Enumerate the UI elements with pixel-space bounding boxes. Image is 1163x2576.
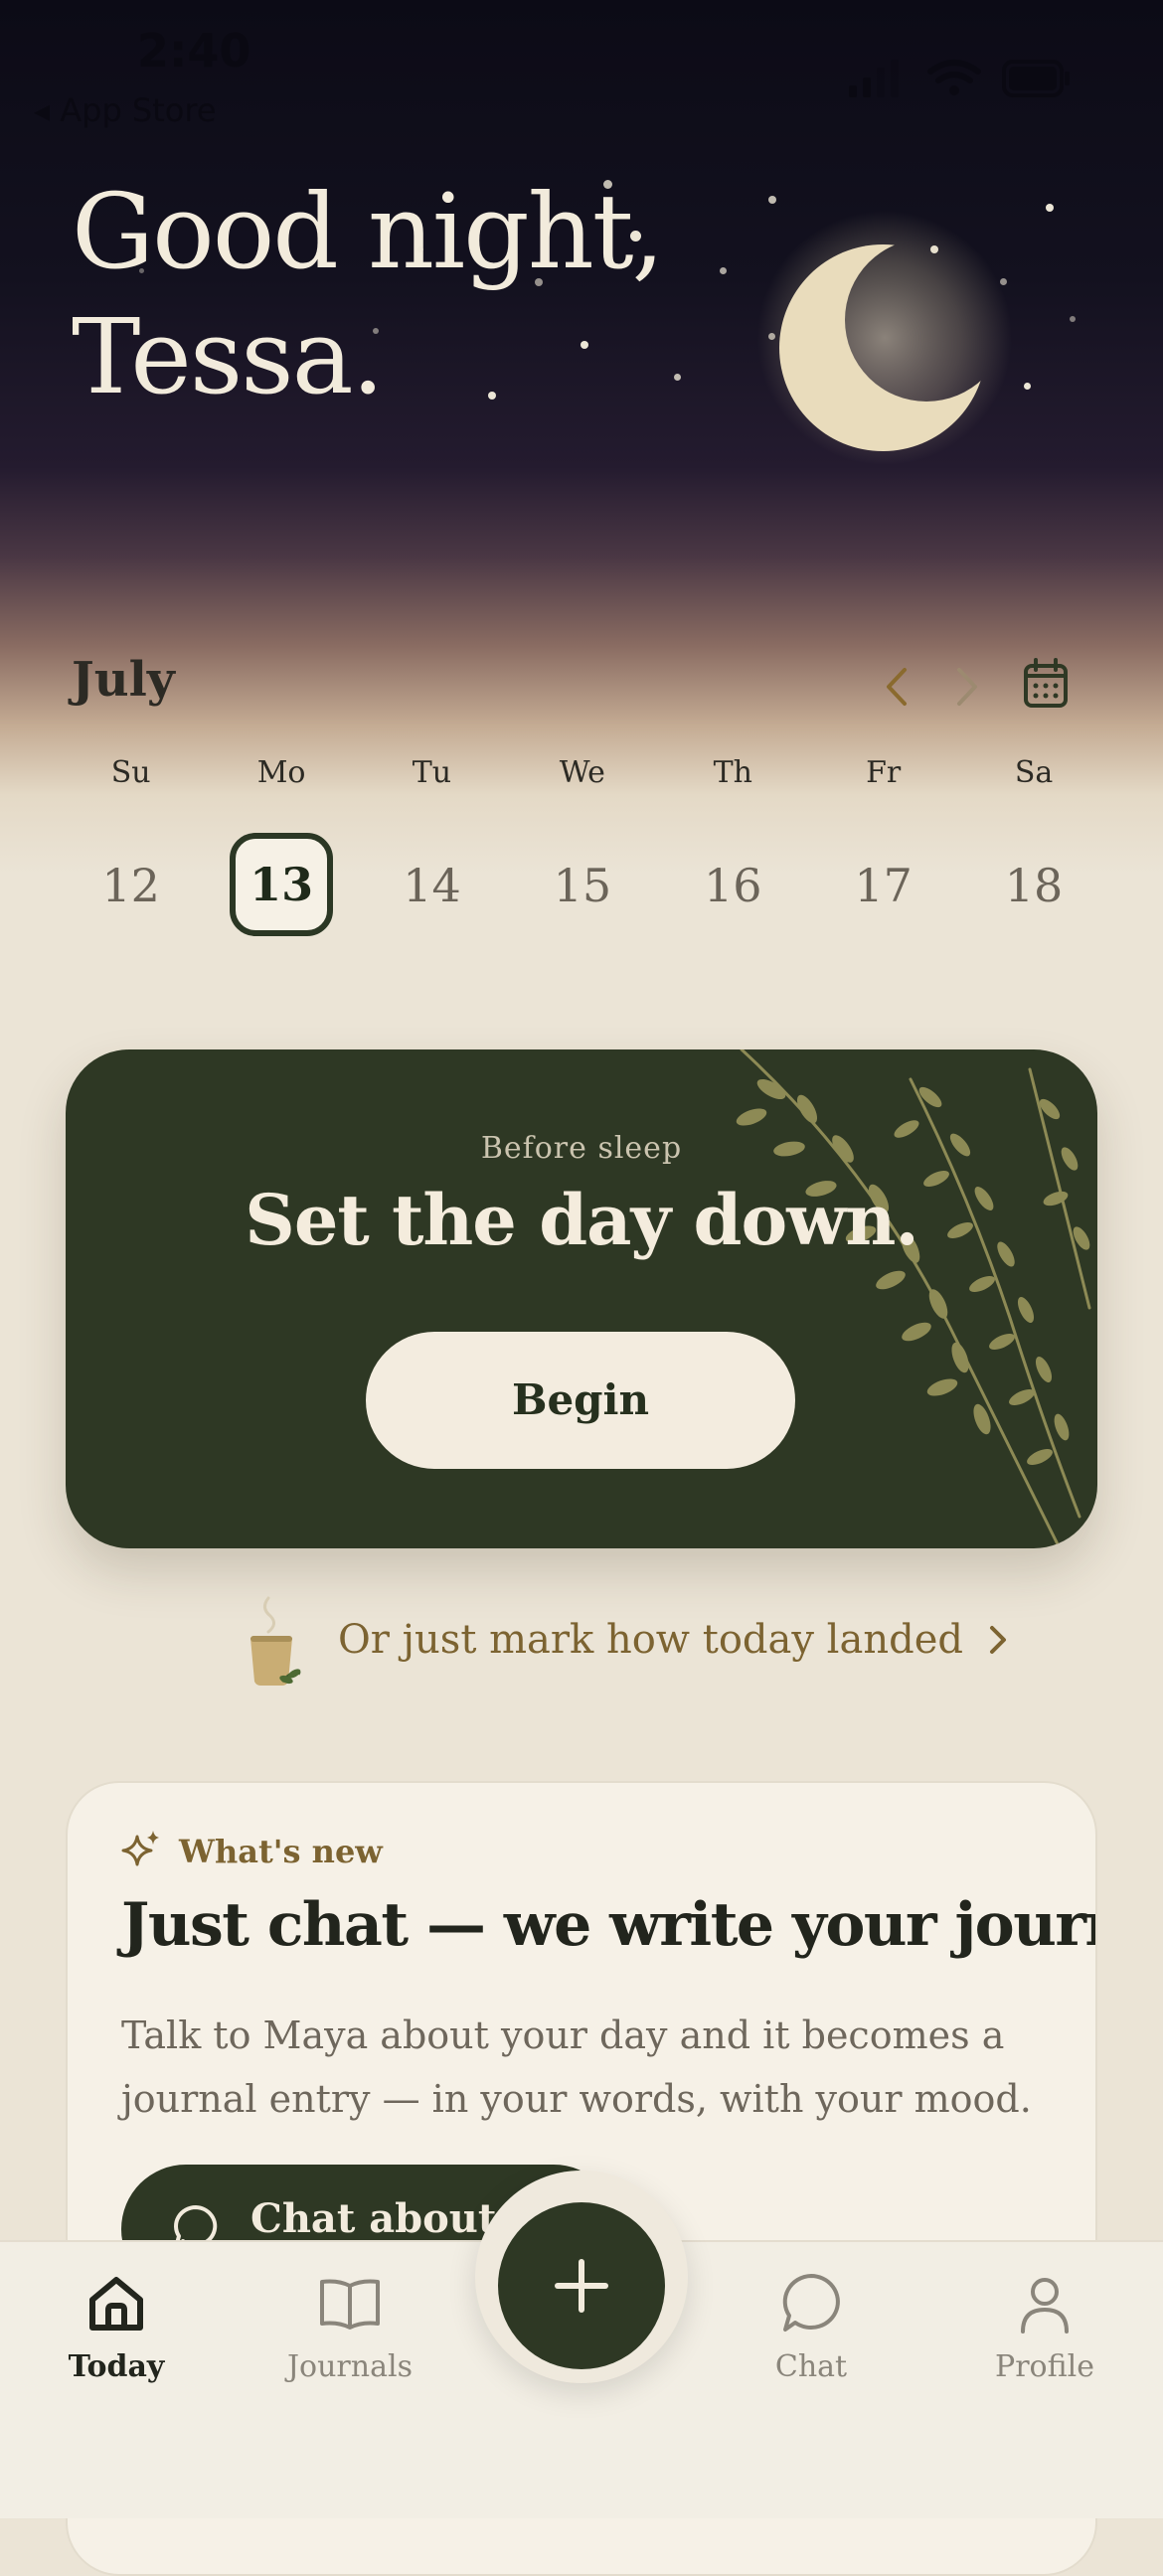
tab-label: Journals (287, 2349, 413, 2384)
weekday-label: Sa (1014, 755, 1054, 790)
day-column-thu[interactable]: Th 16 (658, 755, 808, 936)
tea-cup-icon (250, 1596, 301, 1686)
new-entry-button[interactable] (498, 2202, 665, 2369)
day-number[interactable]: 12 (81, 841, 182, 930)
day-number[interactable]: 15 (532, 841, 633, 930)
day-column-tue[interactable]: Tu 14 (357, 755, 507, 936)
weekday-label: Mo (256, 755, 306, 790)
day-column-mon[interactable]: Mo 13 (206, 755, 356, 936)
begin-button[interactable]: Begin (366, 1332, 795, 1469)
tab-label: Chat (774, 2349, 848, 2384)
status-time: 2:40 (137, 24, 251, 78)
home-icon (89, 2277, 143, 2331)
day-number[interactable]: 16 (682, 841, 783, 930)
tab-profile[interactable]: Profile (945, 2272, 1144, 2384)
tab-journals[interactable]: Journals (250, 2272, 449, 2384)
greeting-line-1: Good night, (72, 171, 665, 292)
before-sleep-card: Before sleep Set the day down. Begin (66, 1049, 1097, 1548)
calendar-month-label: July (72, 652, 175, 708)
moon-icon (757, 211, 1012, 465)
greeting-heading: Good night, Tessa. (72, 169, 665, 419)
day-column-sat[interactable]: Sa 18 (958, 755, 1108, 936)
person-icon (1021, 2278, 1069, 2334)
whats-new-tag: What's new (179, 1833, 383, 1870)
sleep-card-title: Set the day down. (245, 1179, 918, 1261)
mark-today-link[interactable]: Or just mark how today landed (239, 1580, 1009, 1699)
day-column-sun[interactable]: Su 12 (56, 755, 206, 936)
day-column-fri[interactable]: Fr 17 (808, 755, 958, 936)
calendar-picker-icon[interactable] (1022, 656, 1070, 710)
battery-icon (1002, 60, 1070, 97)
weekday-label: Tu (412, 755, 452, 790)
tab-label: Today (68, 2349, 165, 2384)
week-strip: Su 12 Mo 13 Tu 14 We 15 Th 16 Fr 17 Sa 1… (56, 755, 1109, 936)
weekday-label: Th (713, 755, 752, 790)
status-icons (849, 60, 1070, 97)
tab-chat[interactable]: Chat (712, 2272, 911, 2384)
calendar-next-icon[interactable] (949, 664, 985, 710)
day-number-selected[interactable]: 13 (230, 833, 334, 936)
sleep-card-eyebrow: Before sleep (480, 1131, 683, 1166)
wifi-icon (927, 60, 981, 83)
weekday-label: Fr (866, 755, 902, 790)
tab-today[interactable]: Today (17, 2272, 216, 2384)
whats-new-body: Talk to Maya about your day and it becom… (121, 2013, 1032, 2121)
weekday-label: Su (110, 755, 151, 790)
plus-icon (555, 2259, 608, 2313)
whats-new-title: Just chat — we write your journal. (121, 1890, 1097, 1960)
greeting-line-2: Tessa. (72, 296, 385, 417)
back-app-label: App Store (60, 91, 217, 129)
tab-label: Profile (995, 2349, 1094, 2384)
day-column-wed[interactable]: We 15 (507, 755, 657, 936)
back-to-app-store[interactable]: ◂ App Store (34, 91, 217, 129)
signal-icon (849, 60, 899, 97)
day-number[interactable]: 14 (381, 841, 482, 930)
book-icon (320, 2279, 380, 2330)
weekday-label: We (559, 755, 605, 790)
day-number[interactable]: 18 (983, 841, 1084, 930)
calendar-prev-icon[interactable] (879, 664, 914, 710)
chat-bubble-icon (782, 2274, 840, 2332)
chevron-right-icon (989, 1626, 1006, 1654)
day-number[interactable]: 17 (833, 841, 934, 930)
leaf-branch-decoration (736, 1049, 1091, 1548)
mark-today-label: Or just mark how today landed (338, 1617, 963, 1663)
sparkle-icon (121, 1831, 159, 1866)
